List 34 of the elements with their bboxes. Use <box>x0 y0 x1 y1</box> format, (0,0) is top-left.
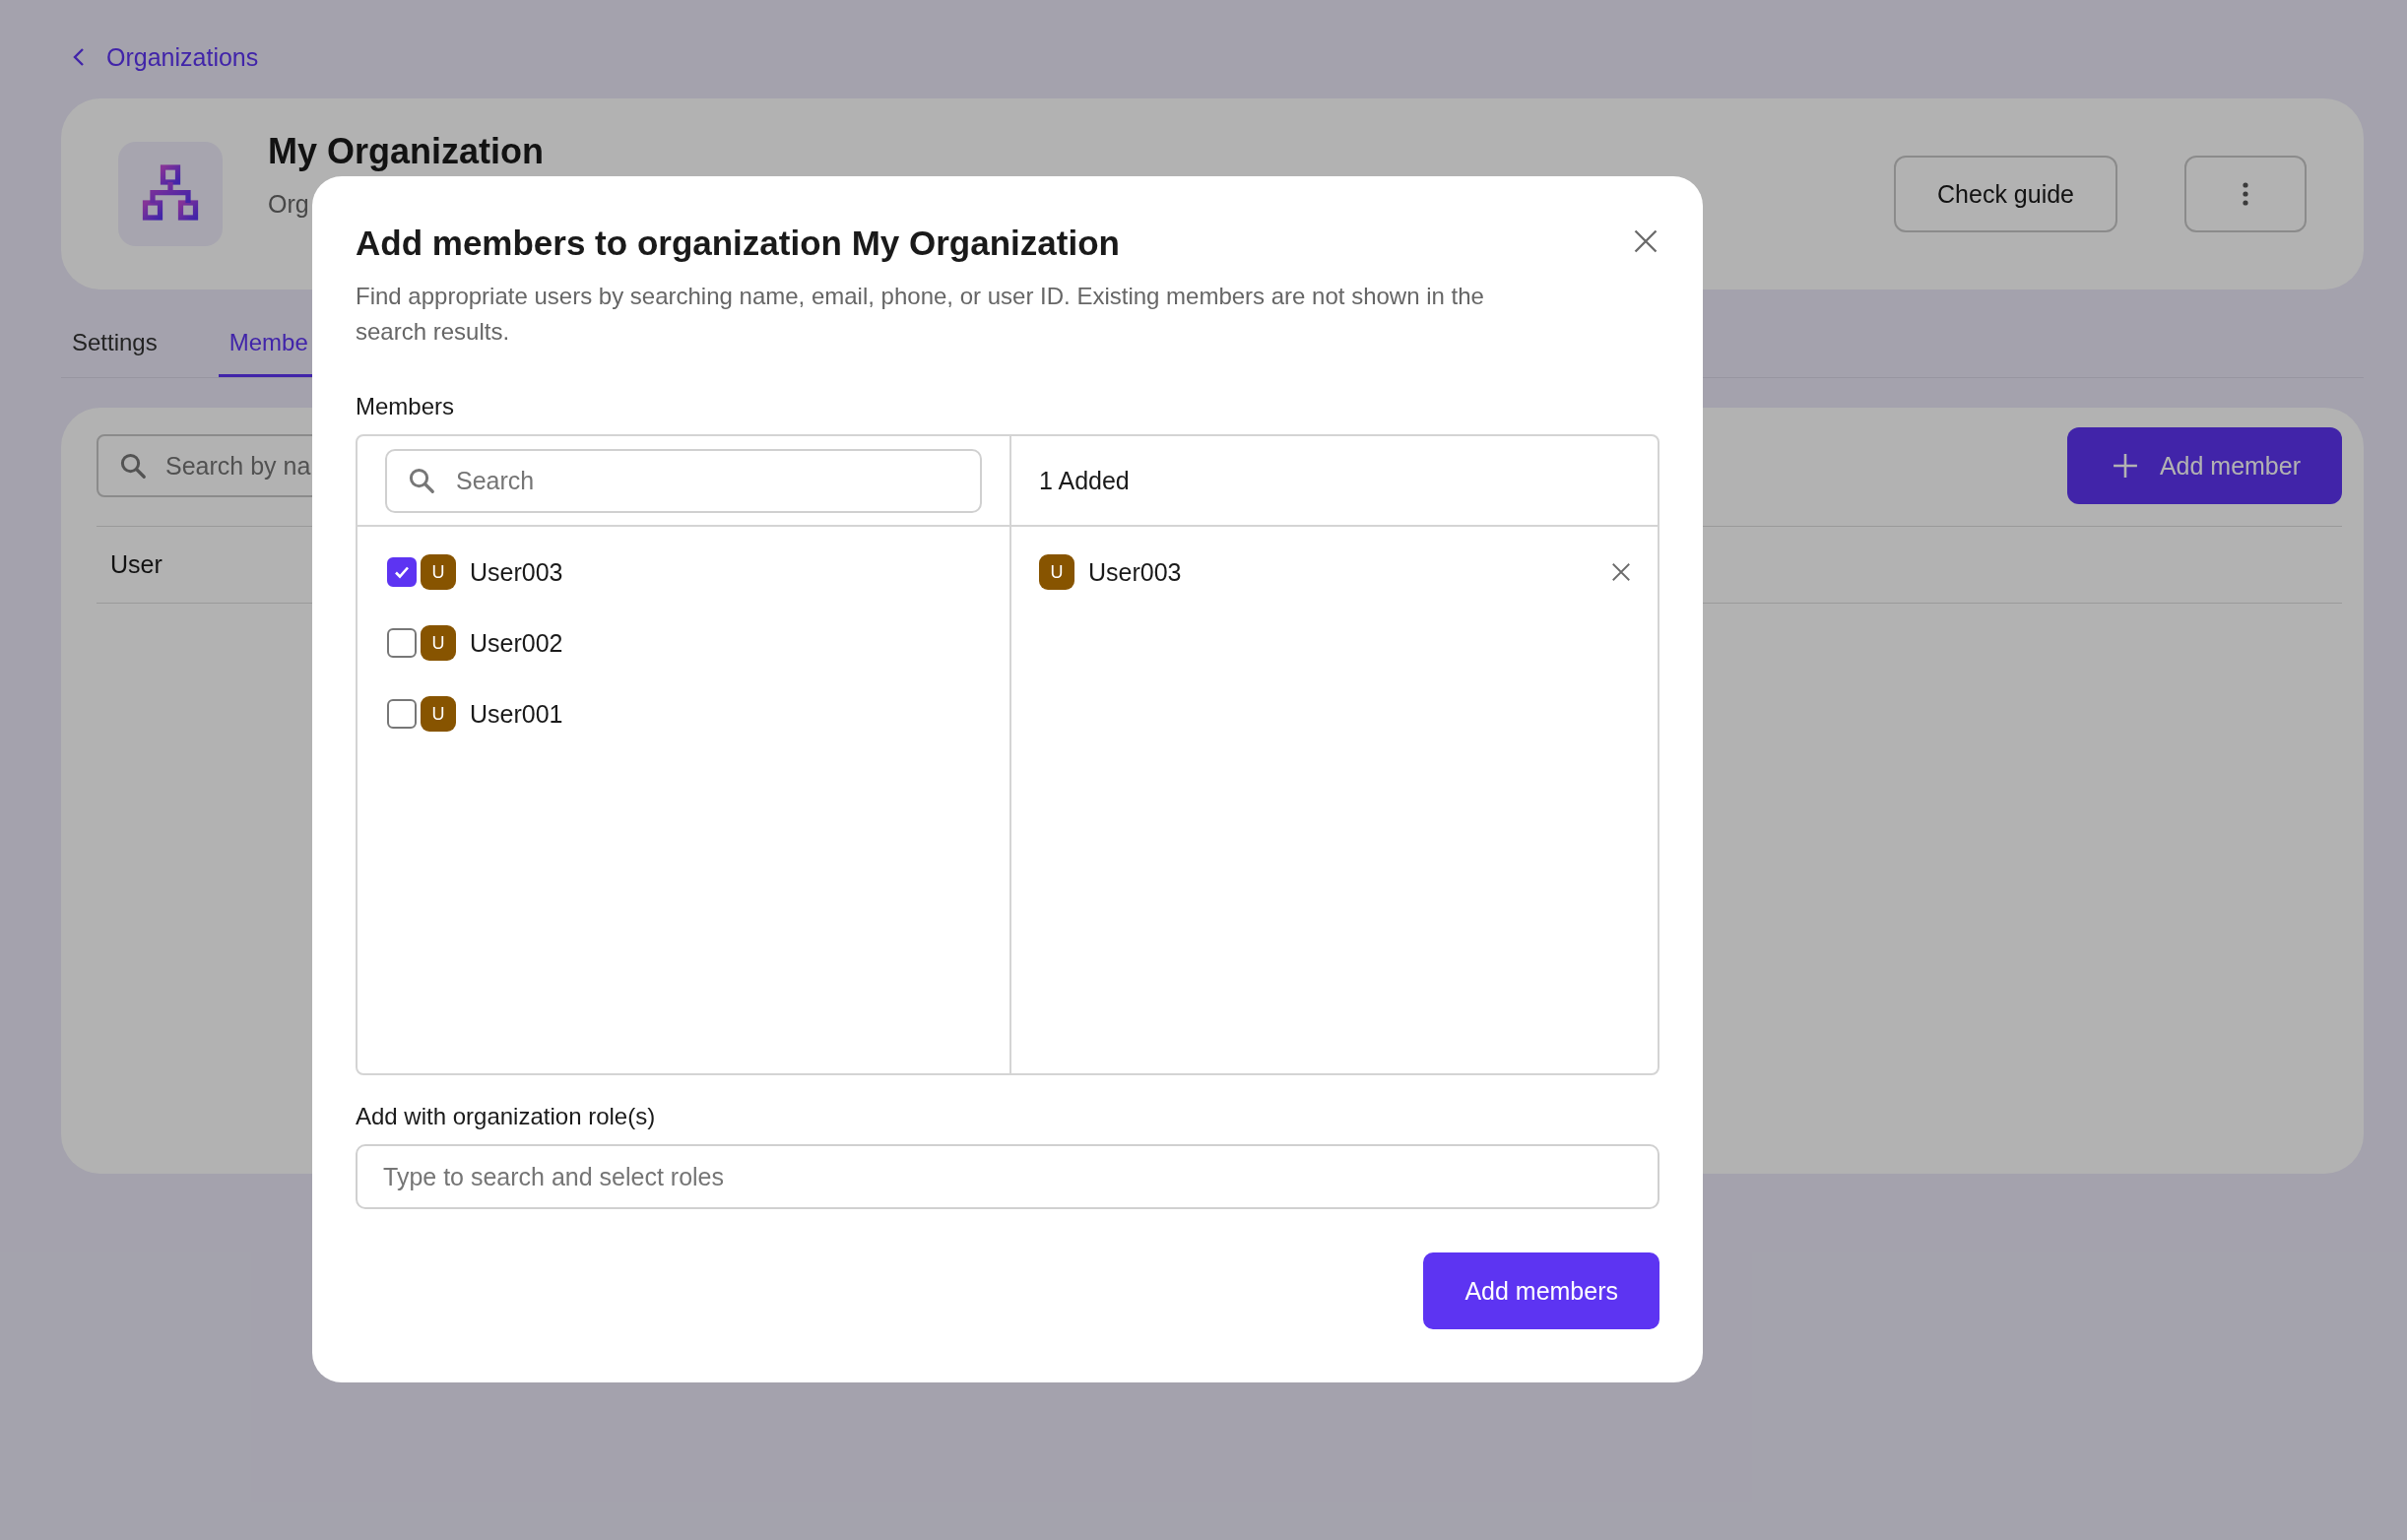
checkbox[interactable] <box>387 699 417 729</box>
search-field[interactable]: Search <box>385 448 982 513</box>
user-avatar: U <box>421 554 456 590</box>
user-avatar: U <box>421 696 456 732</box>
members-label: Members <box>356 393 455 419</box>
column-header: User <box>110 550 163 579</box>
roles-field[interactable]: Type to search and select roles <box>356 1144 1659 1209</box>
back-chevron-icon[interactable] <box>73 47 85 67</box>
breadcrumb-link[interactable]: Organizations <box>106 42 259 72</box>
user-name: User003 <box>1088 557 1183 587</box>
organization-icon <box>118 142 223 246</box>
dialog-title: Add members to organization My Organization <box>356 224 1120 263</box>
roles-label: Add with organization role(s) <box>356 1103 656 1129</box>
user-name[interactable]: User001 <box>470 699 563 729</box>
plus-icon <box>2112 453 2138 479</box>
organization-title: My Organization <box>268 130 546 172</box>
search-icon <box>118 451 148 481</box>
added-count: 1 Added <box>1039 466 1130 495</box>
user-avatar: U <box>1039 554 1074 590</box>
checkbox[interactable] <box>387 557 417 587</box>
check-guide-button[interactable]: Check guide <box>1894 156 2117 232</box>
search-icon <box>407 466 436 495</box>
user-name[interactable]: User003 <box>470 557 563 587</box>
more-icon <box>2243 182 2248 206</box>
organization-subtitle: Org <box>268 189 310 219</box>
tab[interactable]: Settings <box>72 319 158 377</box>
add-members-button[interactable]: Add members <box>1423 1252 1659 1329</box>
user-avatar: U <box>421 625 456 661</box>
user-name[interactable]: User002 <box>470 628 563 658</box>
dialog-description: Find appropriate users by searching name, email, phone, or user ID. Existing members are not shown in the search results. <box>356 282 1485 347</box>
remove-button[interactable] <box>1610 561 1632 583</box>
close-button[interactable] <box>1632 227 1659 255</box>
checkbox[interactable] <box>387 628 417 658</box>
add-member-button[interactable]: Add member <box>2066 427 2342 504</box>
